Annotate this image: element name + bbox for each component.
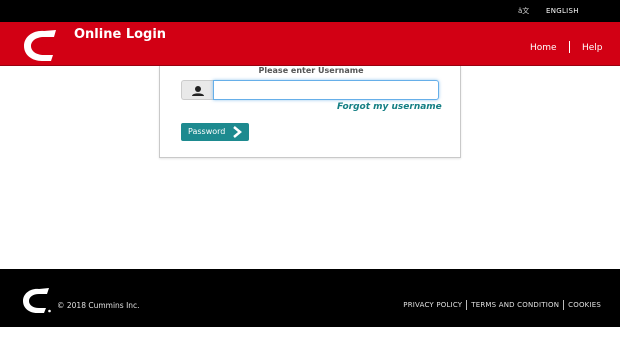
language-selector[interactable]: ENGLISH [546,7,579,15]
password-button-label: Password [188,127,226,136]
cummins-footer-logo [23,288,51,313]
terms-link[interactable]: TERMS AND CONDITION [471,301,559,309]
language-icon[interactable]: ă文 [518,6,529,16]
copyright-text: © 2018 Cummins Inc. [57,301,140,310]
username-input[interactable] [213,80,439,100]
cummins-logo[interactable]: Cummins [20,28,60,62]
cookies-link[interactable]: COOKIES [568,301,601,309]
user-icon [181,80,213,100]
password-button[interactable]: Password [181,123,249,141]
login-panel: Please enter Username Forgot my username… [159,66,461,158]
site-footer [0,269,620,327]
chevron-right-icon [233,126,242,138]
footer-divider [466,300,468,310]
privacy-policy-link[interactable]: PRIVACY POLICY [403,301,462,309]
svg-text:Cummins: Cummins [34,37,60,52]
footer-divider [563,300,565,310]
nav-help-link[interactable]: Help [582,43,603,53]
nav-divider [569,41,570,53]
username-prompt: Please enter Username [258,66,364,75]
forgot-username-link[interactable]: Forgot my username [337,102,442,112]
footer-links: PRIVACY POLICY TERMS AND CONDITION COOKI… [403,300,601,310]
nav-home-link[interactable]: Home [530,43,557,53]
page-title: Online Login [74,27,167,42]
